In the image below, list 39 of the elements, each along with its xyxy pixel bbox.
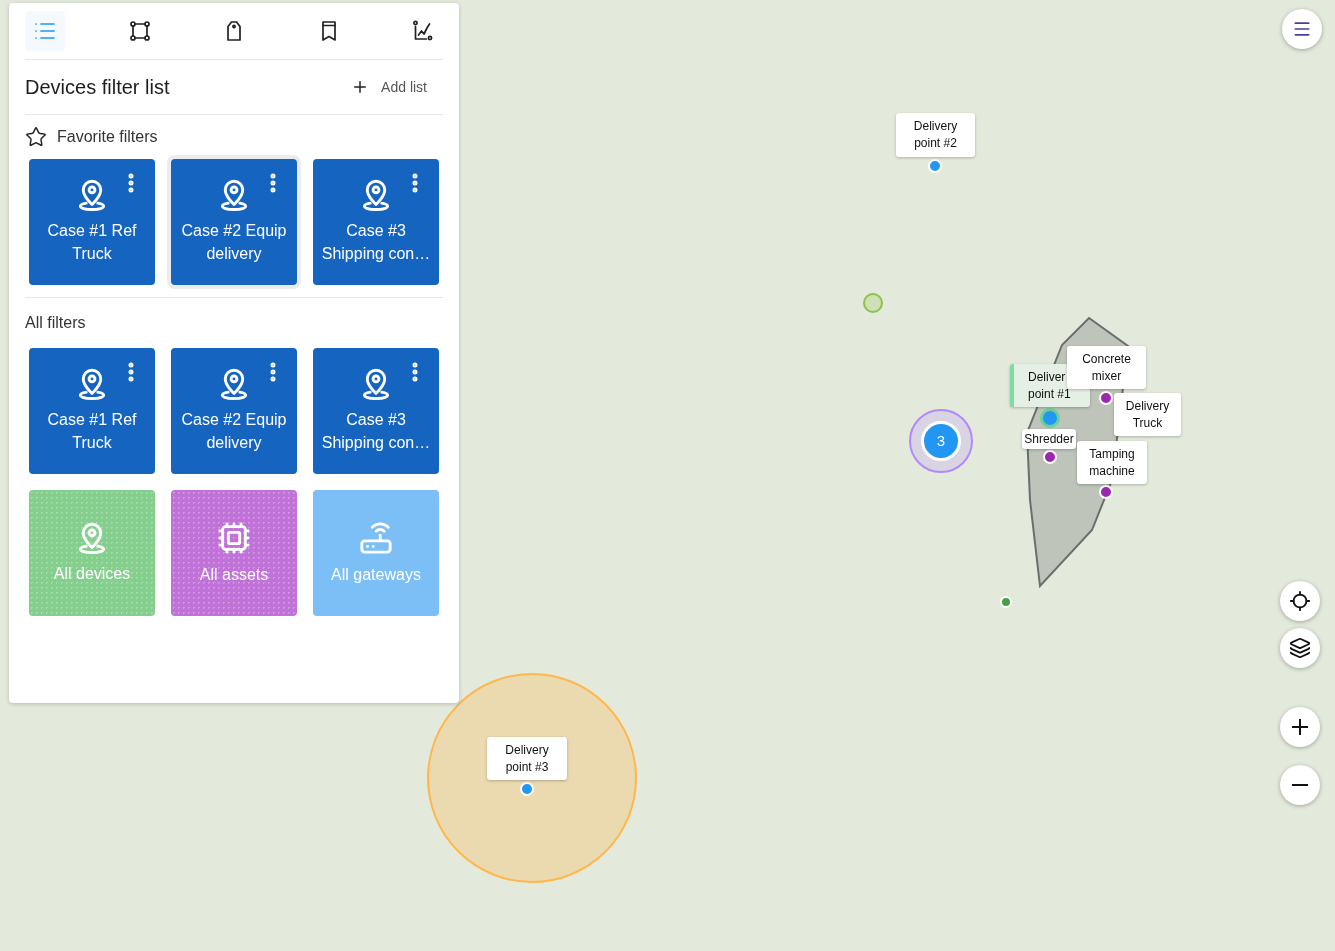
map-label: Shredder	[1022, 429, 1076, 449]
crosshair-icon	[1289, 590, 1311, 612]
zoom-in-button[interactable]	[1280, 707, 1320, 747]
layers-button[interactable]	[1280, 628, 1320, 668]
map-label: Concrete mixer	[1067, 346, 1146, 389]
plus-icon	[1292, 719, 1308, 735]
map-pin-icon	[76, 521, 108, 554]
cluster-marker[interactable]: 3	[921, 421, 961, 461]
filter-card[interactable]: Case #3 Shipping con…	[313, 348, 439, 474]
map-pin-icon	[218, 179, 250, 211]
filter-card[interactable]: Case #2 Equip delivery	[171, 348, 297, 474]
map-label: Delivery point #3	[487, 737, 567, 780]
router-icon	[359, 520, 393, 555]
locate-button[interactable]	[1280, 581, 1320, 621]
filter-card[interactable]: Case #1 Ref Truck	[29, 348, 155, 474]
map-pin-icon	[360, 368, 392, 400]
section-heading: Favorite filters	[57, 127, 158, 147]
map-pin-icon	[218, 368, 250, 400]
filter-card[interactable]: Case #1 Ref Truck	[29, 159, 155, 285]
panel-title: Devices filter list	[25, 75, 170, 100]
line-chart-icon	[411, 19, 435, 43]
map-pin-icon	[360, 179, 392, 211]
map-label: Tamping machine	[1077, 441, 1147, 484]
section-heading: All filters	[25, 313, 86, 333]
layers-icon	[1289, 637, 1311, 659]
map-label: Delivery Truck	[1114, 393, 1181, 436]
filter-card[interactable]: All assets	[171, 490, 297, 616]
polyline-square-icon	[127, 19, 152, 43]
add-list-button[interactable]: Add list	[343, 72, 435, 102]
marker-ring-icon[interactable]	[863, 293, 883, 313]
map-label: Delivery point #2	[896, 113, 975, 157]
star-icon	[25, 126, 47, 148]
menu-icon	[1292, 19, 1312, 39]
filter-card[interactable]: Case #3 Shipping con…	[313, 159, 439, 285]
menu-button[interactable]	[1282, 9, 1322, 49]
minus-icon	[1292, 784, 1308, 786]
map-pin-icon	[76, 179, 108, 211]
map-pin-icon	[76, 368, 108, 400]
chip-icon	[217, 520, 251, 555]
